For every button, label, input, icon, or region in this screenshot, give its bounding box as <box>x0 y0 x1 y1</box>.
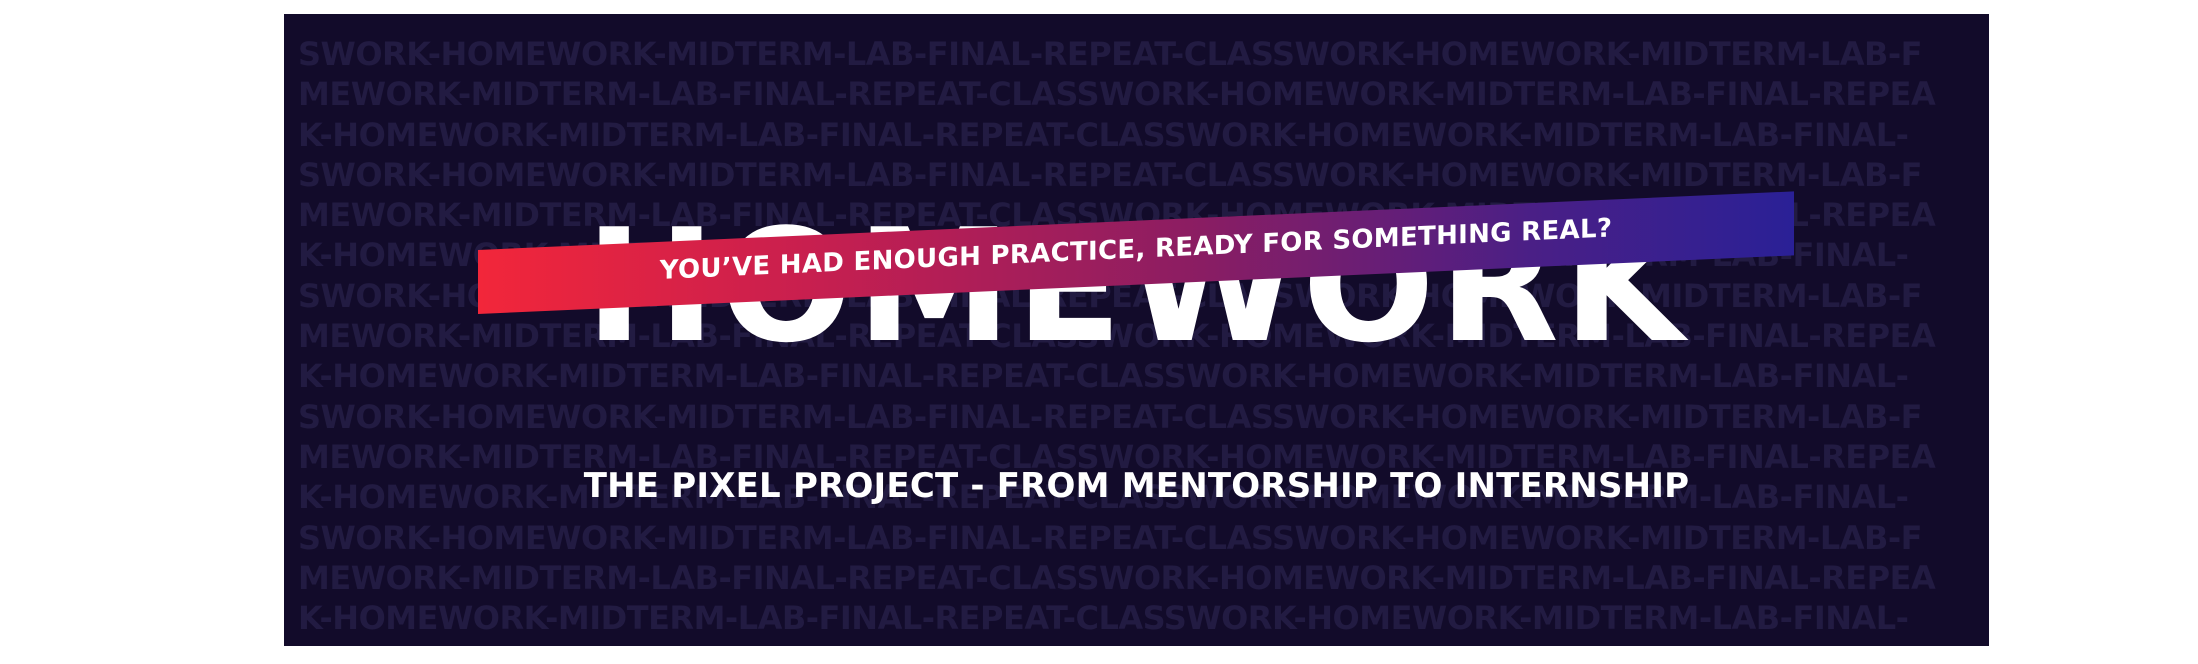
pattern-line: K-HOMEWORK-MIDTERM-LAB-FINAL-REPEAT-CLAS… <box>298 115 1909 154</box>
pattern-line: SWORK-HOMEWORK-MIDTERM-LAB-FINAL-REPEAT-… <box>298 35 1923 73</box>
pattern-line: K-HOMEWORK-MIDTERM-LAB-FINAL-REPEAT-CLAS… <box>298 599 1909 638</box>
pattern-line: SWORK-HOMEWORK-MIDTERM-LAB-FINAL-REPEAT-… <box>298 155 1923 194</box>
subtitle: THE PIXEL PROJECT - FROM MENTORSHIP TO I… <box>583 466 1690 506</box>
pattern-line: SWORK-HOMEWORK-MIDTERM-LAB-FINAL-REPEAT-… <box>298 518 1923 557</box>
pattern-line: MEWORK-MIDTERM-LAB-FINAL-REPEAT-CLASSWOR… <box>298 75 1936 114</box>
hero-banner: SWORK-HOMEWORK-MIDTERM-LAB-FINAL-REPEAT-… <box>284 14 1989 646</box>
pattern-line: SWORK-HOMEWORK-MIDTERM-LAB-FINAL-REPEAT-… <box>298 397 1923 436</box>
pattern-line: MEWORK-MIDTERM-LAB-FINAL-REPEAT-CLASSWOR… <box>298 558 1936 597</box>
